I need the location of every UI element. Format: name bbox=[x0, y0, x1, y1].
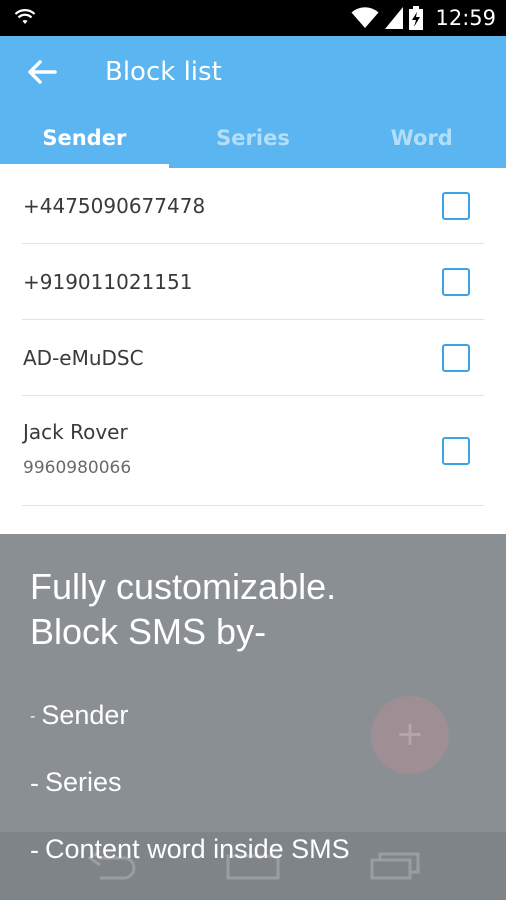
arrow-left-icon[interactable] bbox=[24, 54, 60, 90]
promo-overlay: + Fully customizable. Block SMS by- - Sen… bbox=[0, 534, 506, 900]
promo-headline-line2: Block SMS by- bbox=[30, 611, 267, 652]
list-item[interactable]: Jack Rover 9960980066 bbox=[22, 396, 484, 506]
promo-item-content-word: - Content word inside SMS bbox=[30, 834, 350, 866]
battery-icon bbox=[409, 6, 424, 30]
bullet-dash: - bbox=[30, 835, 39, 866]
tab-series[interactable]: Series bbox=[169, 116, 338, 168]
list-item[interactable]: +919011021151 bbox=[22, 244, 484, 320]
status-bar: 12:59 bbox=[0, 0, 506, 36]
list-item[interactable]: AD-eMuDSC bbox=[22, 320, 484, 396]
select-checkbox[interactable] bbox=[442, 437, 470, 465]
tab-bar: Sender Series Word bbox=[0, 116, 506, 168]
promo-item-series: - Series bbox=[30, 767, 122, 799]
contact-name: Jack Rover bbox=[23, 420, 128, 444]
promo-headline-line1: Fully customizable. bbox=[30, 566, 337, 607]
wifi-icon bbox=[14, 9, 36, 24]
bullet-dash: - bbox=[30, 707, 36, 725]
app-bar: Block list Sender Series Word bbox=[0, 36, 506, 168]
select-checkbox[interactable] bbox=[442, 268, 470, 296]
plus-icon: + bbox=[395, 714, 425, 754]
tab-sender[interactable]: Sender bbox=[0, 116, 169, 168]
wifi-icon bbox=[351, 7, 379, 28]
tab-word[interactable]: Word bbox=[337, 116, 506, 168]
status-clock: 12:59 bbox=[435, 6, 496, 30]
bullet-dash: - bbox=[30, 768, 39, 799]
signal-icon bbox=[385, 7, 404, 29]
sender-name: +4475090677478 bbox=[23, 194, 206, 218]
block-list: +4475090677478 +919011021151 AD-eMuDSC J… bbox=[0, 168, 506, 506]
promo-text: Fully customizable. Block SMS by- - Sende… bbox=[30, 564, 500, 865]
list-item[interactable]: +4475090677478 bbox=[22, 168, 484, 244]
promo-item-sender: - Sender bbox=[30, 700, 129, 730]
page-title: Block list bbox=[105, 57, 222, 87]
sender-name: +919011021151 bbox=[23, 270, 193, 294]
contact-number: 9960980066 bbox=[23, 458, 132, 478]
select-checkbox[interactable] bbox=[442, 192, 470, 220]
add-button[interactable]: + bbox=[371, 696, 449, 774]
sender-name: AD-eMuDSC bbox=[23, 346, 144, 370]
select-checkbox[interactable] bbox=[442, 344, 470, 372]
nav-recents-icon[interactable] bbox=[370, 850, 422, 880]
